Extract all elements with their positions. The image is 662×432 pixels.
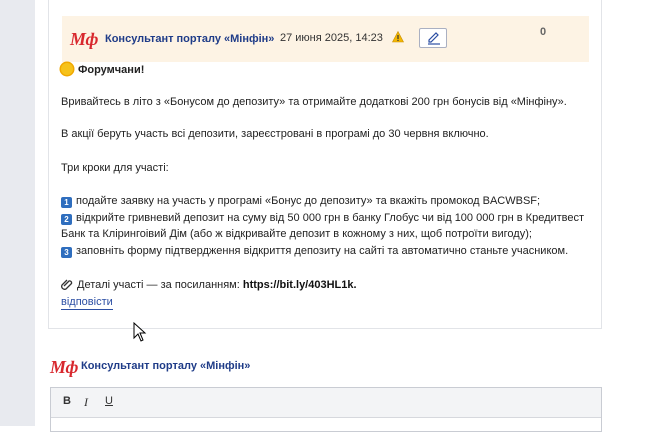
warning-icon[interactable] — [392, 30, 404, 43]
edit-button[interactable] — [419, 28, 447, 48]
reply-author: Консультант порталу «Мінфін» — [81, 360, 251, 372]
details-prefix: Деталі участі — за посиланням: — [77, 279, 243, 291]
reply-link[interactable]: відповісти — [61, 296, 113, 310]
editor-toolbar: B I U — [51, 388, 601, 418]
minfin-logo: Мф — [50, 357, 78, 377]
post-author[interactable]: Консультант порталу «Мінфін» — [105, 33, 274, 45]
bold-button[interactable]: B — [63, 395, 71, 407]
step-number-badge: 1 — [61, 197, 72, 208]
post-datetime: 27 июня 2025, 14:23 — [280, 32, 383, 44]
pencil-icon — [428, 32, 440, 45]
post-paragraph-3: Три кроки для участі: — [61, 162, 169, 174]
step-text: заповніть форму підтвердження відкриття … — [76, 245, 569, 257]
step-number-badge: 3 — [61, 247, 72, 258]
minfin-logo: Мф — [70, 29, 98, 49]
paperclip-icon — [61, 279, 73, 290]
step-text: відкрийте гривневий депозит на суму від … — [76, 212, 585, 224]
details-suffix: . — [353, 279, 357, 291]
step-item-3: 3 заповніть форму підтвердження відкриття… — [61, 245, 568, 258]
step-text: подайте заявку на участь у програмі «Бон… — [76, 195, 541, 207]
greeting-text: Форумчани! — [78, 64, 145, 76]
reply-editor[interactable]: B I U — [50, 387, 602, 432]
italic-button[interactable]: I — [84, 395, 88, 410]
greeting-line: Форумчани! — [61, 63, 144, 76]
step-number-badge: 2 — [61, 214, 72, 225]
post-score: 0 — [540, 26, 547, 38]
post-paragraph-1: Вривайтесь в літо з «Бонусом до депозиту… — [61, 96, 567, 108]
underline-button[interactable]: U — [105, 395, 113, 407]
post-paragraph-2: В акції беруть участь всі депозити, заре… — [61, 128, 489, 140]
step-item-2-continued: Банк та Клірингоівий Дім (або ж відкрива… — [61, 228, 532, 240]
step-item-1: 1 подайте заявку на участь у програмі «Бо… — [61, 195, 540, 208]
details-link[interactable]: https://bit.ly/403HL1k — [243, 279, 354, 291]
details-line: Деталі участі — за посиланням: https://b… — [61, 278, 357, 291]
left-gutter — [0, 0, 35, 426]
step-item-2: 2 відкрийте гривневий депозит на суму від… — [61, 212, 584, 225]
sun-icon — [61, 63, 73, 75]
mouse-pointer-icon — [133, 322, 147, 342]
